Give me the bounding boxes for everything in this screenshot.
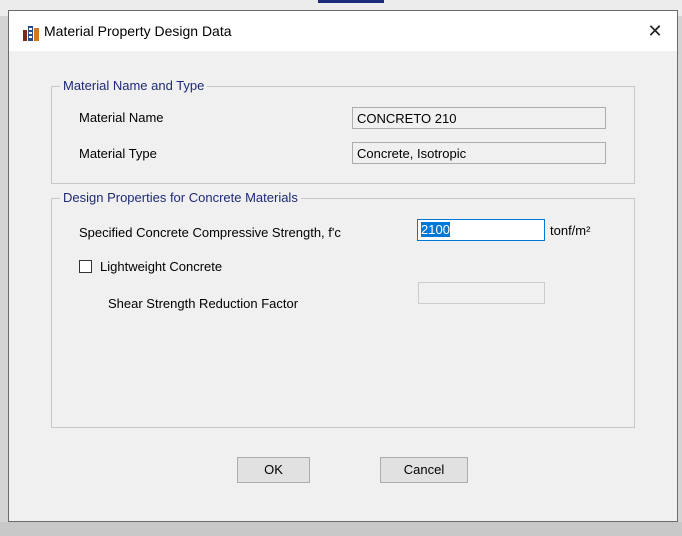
group-legend-design: Design Properties for Concrete Materials (60, 190, 301, 205)
fc-input[interactable]: 2100 (417, 219, 545, 241)
material-type-label: Material Type (79, 146, 157, 161)
background-bottom-strip (0, 522, 682, 536)
lightweight-concrete-label[interactable]: Lightweight Concrete (100, 259, 222, 274)
fc-label: Specified Concrete Compressive Strength,… (79, 225, 341, 240)
shear-reduction-field (418, 282, 545, 304)
lightweight-concrete-checkbox[interactable] (79, 260, 92, 273)
fc-unit-label: tonf/m² (550, 223, 591, 238)
group-legend-name-type: Material Name and Type (60, 78, 208, 93)
close-icon[interactable]: ✕ (633, 11, 677, 51)
cancel-button[interactable]: Cancel (380, 457, 468, 483)
material-name-type-group: Material Name and Type (51, 78, 635, 184)
material-name-field: CONCRETO 210 (352, 107, 606, 129)
ok-button[interactable]: OK (237, 457, 310, 483)
material-property-design-dialog: Material Property Design Data ✕ Material… (8, 10, 678, 522)
background-accent-bar (318, 0, 384, 3)
dialog-title: Material Property Design Data (44, 23, 232, 39)
dialog-titlebar: Material Property Design Data ✕ (9, 11, 677, 51)
fc-value-selected: 2100 (421, 222, 450, 237)
shear-reduction-label: Shear Strength Reduction Factor (108, 296, 299, 311)
app-icon (23, 26, 39, 41)
material-type-field: Concrete, Isotropic (352, 142, 606, 164)
material-name-label: Material Name (79, 110, 164, 125)
